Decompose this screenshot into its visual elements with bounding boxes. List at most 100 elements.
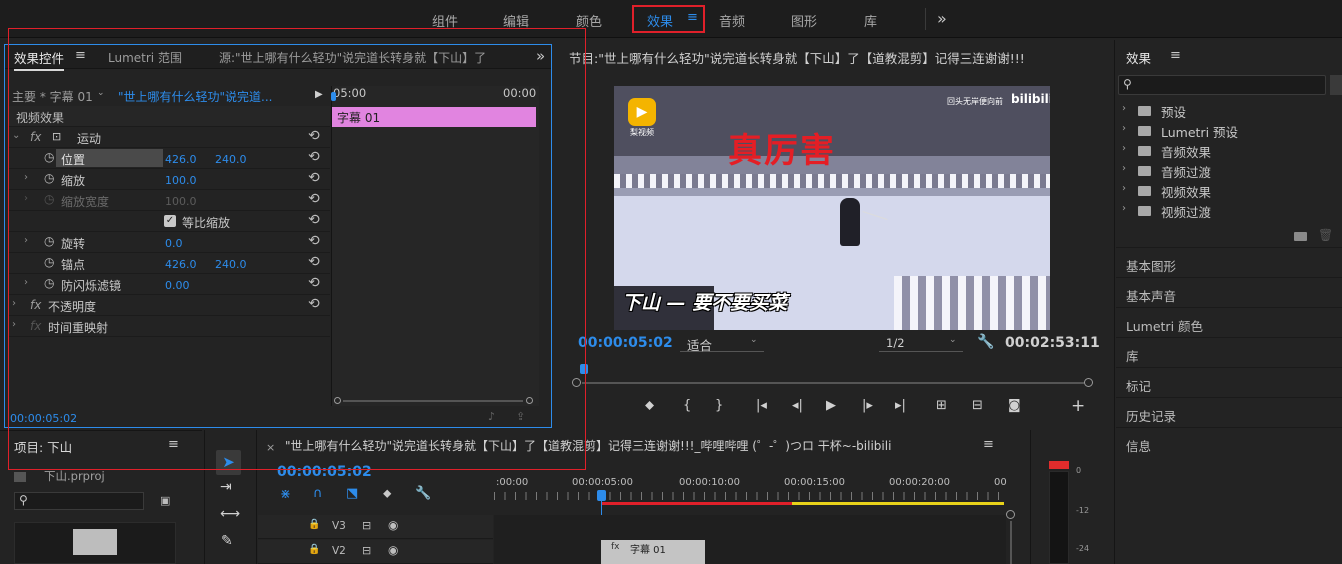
timeline-timecode[interactable]: 00:00:05:02: [277, 464, 372, 480]
uniform-scale-checkbox[interactable]: ✓: [164, 215, 176, 227]
chevron-right-icon: ›: [1122, 203, 1126, 214]
export-icon[interactable]: ⇪: [516, 410, 525, 423]
title-clip[interactable]: fx 字幕 01: [601, 540, 705, 564]
project-panel-title[interactable]: 项目: 下山: [14, 437, 72, 456]
anchor-row[interactable]: ◷ 锚点 426.0 240.0 ⟲: [8, 253, 330, 274]
video-frame[interactable]: ▶ 梨视频 回头无岸便向前 bilibili 真厉害 下山 — 要不要买菜: [614, 86, 1050, 330]
chevron-down-icon[interactable]: ⌄: [97, 88, 105, 98]
resolution-dropdown[interactable]: 1/2 ⌄: [879, 334, 963, 352]
ripple-edit-tool-icon[interactable]: ⟷: [220, 506, 240, 522]
mini-scrollbar[interactable]: [331, 396, 539, 406]
selection-tool-icon[interactable]: ➤: [216, 450, 241, 475]
project-thumbnail-area[interactable]: [14, 522, 176, 564]
step-forward-icon[interactable]: |▸: [862, 398, 873, 413]
step-back-icon[interactable]: ◂|: [792, 398, 803, 413]
sequence-tab[interactable]: "世上哪有什么轻功"说完道长转身就【下山】了【道教混剪】记得三连谢谢!!!_哔哩…: [285, 437, 891, 454]
uniform-scale-row[interactable]: ✓ 等比缩放 ⟲: [8, 211, 330, 232]
panel-libraries[interactable]: 库: [1116, 337, 1342, 367]
nest-icon[interactable]: ⋇: [280, 487, 291, 502]
stopwatch-icon: ◷: [44, 276, 55, 290]
antiflicker-row[interactable]: › ◷ 防闪烁滤镜 0.00 ⟲: [8, 274, 330, 295]
new-folder-icon[interactable]: [1294, 232, 1307, 241]
effects-search-input[interactable]: ⚲: [1118, 75, 1326, 95]
workspace-menu-icon[interactable]: ≡: [687, 10, 698, 25]
wrench-icon[interactable]: 🔧: [415, 486, 431, 501]
workspace-tab-assembly[interactable]: 组件: [432, 11, 458, 30]
trash-icon[interactable]: 🗑: [1318, 228, 1333, 242]
sync-lock-icon: ⊟: [362, 544, 372, 557]
rotation-row[interactable]: › ◷ 旋转 0.0 ⟲: [8, 232, 330, 253]
mini-timeline[interactable]: [331, 86, 539, 406]
program-playhead[interactable]: [580, 364, 588, 374]
workspace-tab-graphics[interactable]: 图形: [791, 11, 817, 30]
track-area[interactable]: [494, 515, 1006, 564]
razor-tool-icon[interactable]: ✎: [221, 533, 233, 549]
scale-row[interactable]: › ◷ 缩放 100.0 ⟲: [8, 169, 330, 190]
tab-lumetri-scopes[interactable]: Lumetri 范围: [108, 49, 182, 66]
time-remap-row[interactable]: › fx 时间重映射: [8, 316, 330, 337]
panel-essential-sound[interactable]: 基本声音: [1116, 277, 1342, 307]
close-icon[interactable]: ×: [266, 441, 275, 454]
filter-icon[interactable]: ♪: [488, 410, 495, 423]
panel-essential-graphics[interactable]: 基本图形: [1116, 247, 1342, 277]
go-to-in-icon[interactable]: |◂: [756, 398, 767, 413]
workspace-tab-audio[interactable]: 音频: [719, 11, 745, 30]
timeline-menu-icon[interactable]: ≡: [983, 437, 994, 452]
clip-indicator[interactable]: [1049, 461, 1069, 469]
clip-selector[interactable]: "世上哪有什么轻功"说完道...: [118, 88, 272, 105]
rotation-value: 0.0: [165, 237, 183, 250]
mark-in-icon[interactable]: {: [683, 398, 691, 413]
timeline-ruler[interactable]: :00:00 00:00:05:00 00:00:10:00 00:00:15:…: [494, 472, 1007, 514]
panel-lumetri-color[interactable]: Lumetri 颜色: [1116, 307, 1342, 337]
program-timecode[interactable]: 00:00:05:02: [578, 335, 673, 351]
workspace-tab-editing[interactable]: 编辑: [503, 11, 529, 30]
effect-controls-menu-icon[interactable]: ≡: [75, 48, 86, 63]
wrench-icon[interactable]: 🔧: [977, 334, 994, 350]
workspace-tab-effects[interactable]: 效果: [647, 11, 673, 30]
tab-source[interactable]: 源:"世上哪有什么轻功"说完道长转身就【下山】了: [219, 49, 519, 66]
mark-out-icon[interactable]: }: [715, 398, 723, 413]
effects-menu-icon[interactable]: ≡: [1170, 48, 1181, 63]
program-scrubber[interactable]: [572, 364, 1094, 392]
motion-row[interactable]: ⌄ fx ⊡ 运动 ⟲: [8, 127, 330, 148]
effect-controls-timecode[interactable]: 00:00:05:02: [10, 412, 77, 425]
panel-more-icon[interactable]: »: [536, 47, 545, 65]
linked-selection-icon[interactable]: ⬔: [346, 486, 358, 501]
mini-playhead[interactable]: [331, 92, 336, 101]
program-monitor-title[interactable]: 节目:"世上哪有什么轻功"说完道长转身就【下山】了【道教混剪】记得三连谢谢!!!: [569, 48, 1089, 67]
project-search-input[interactable]: ⚲: [14, 492, 144, 510]
play-triangle-icon[interactable]: ▶: [315, 89, 323, 100]
reset-icon: ⟲: [308, 149, 320, 165]
lift-icon[interactable]: ⊞: [936, 398, 947, 413]
position-row[interactable]: ◷ 位置 426.0 240.0 ⟲: [8, 148, 330, 169]
panel-markers[interactable]: 标记: [1116, 367, 1342, 397]
tab-effect-controls[interactable]: 效果控件: [14, 48, 65, 71]
workspace-tab-color[interactable]: 颜色: [576, 11, 602, 30]
effects-filter-button[interactable]: [1330, 75, 1342, 95]
project-menu-icon[interactable]: ≡: [168, 437, 179, 452]
bin-icon[interactable]: ▣: [160, 494, 170, 507]
opacity-row[interactable]: › fx 不透明度 ⟲: [8, 295, 330, 316]
extract-icon[interactable]: ⊟: [972, 398, 983, 413]
play-icon[interactable]: ▶: [826, 398, 836, 413]
add-marker-icon[interactable]: ⬥: [645, 398, 654, 413]
snap-icon[interactable]: ∩: [313, 486, 323, 501]
workspace-tab-libraries[interactable]: 库: [864, 11, 877, 30]
timeline-scrollbar[interactable]: [1006, 510, 1016, 564]
workspace-more-icon[interactable]: »: [937, 9, 947, 28]
project-thumbnail[interactable]: [73, 529, 117, 555]
fit-dropdown[interactable]: 适合 ⌄: [680, 334, 764, 353]
track-select-tool-icon[interactable]: ⇥: [220, 479, 232, 495]
video-effects-header: 视频效果: [8, 106, 330, 127]
go-to-out-icon[interactable]: ▸|: [895, 398, 906, 413]
panel-history[interactable]: 历史记录: [1116, 397, 1342, 427]
track-v2-header[interactable]: 🔒 V2 ⊟ ◉: [258, 540, 493, 564]
panel-info[interactable]: 信息: [1116, 427, 1342, 564]
add-marker-icon[interactable]: ⬥: [383, 486, 391, 501]
add-button-icon[interactable]: +: [1071, 396, 1085, 416]
pear-video-logo-icon: ▶: [628, 98, 656, 126]
effects-panel-title[interactable]: 效果: [1126, 48, 1151, 67]
antiflicker-label: 防闪烁滤镜: [61, 279, 122, 293]
export-frame-icon[interactable]: ◙: [1008, 398, 1021, 413]
track-v3-header[interactable]: 🔒 V3 ⊟ ◉: [258, 515, 493, 539]
